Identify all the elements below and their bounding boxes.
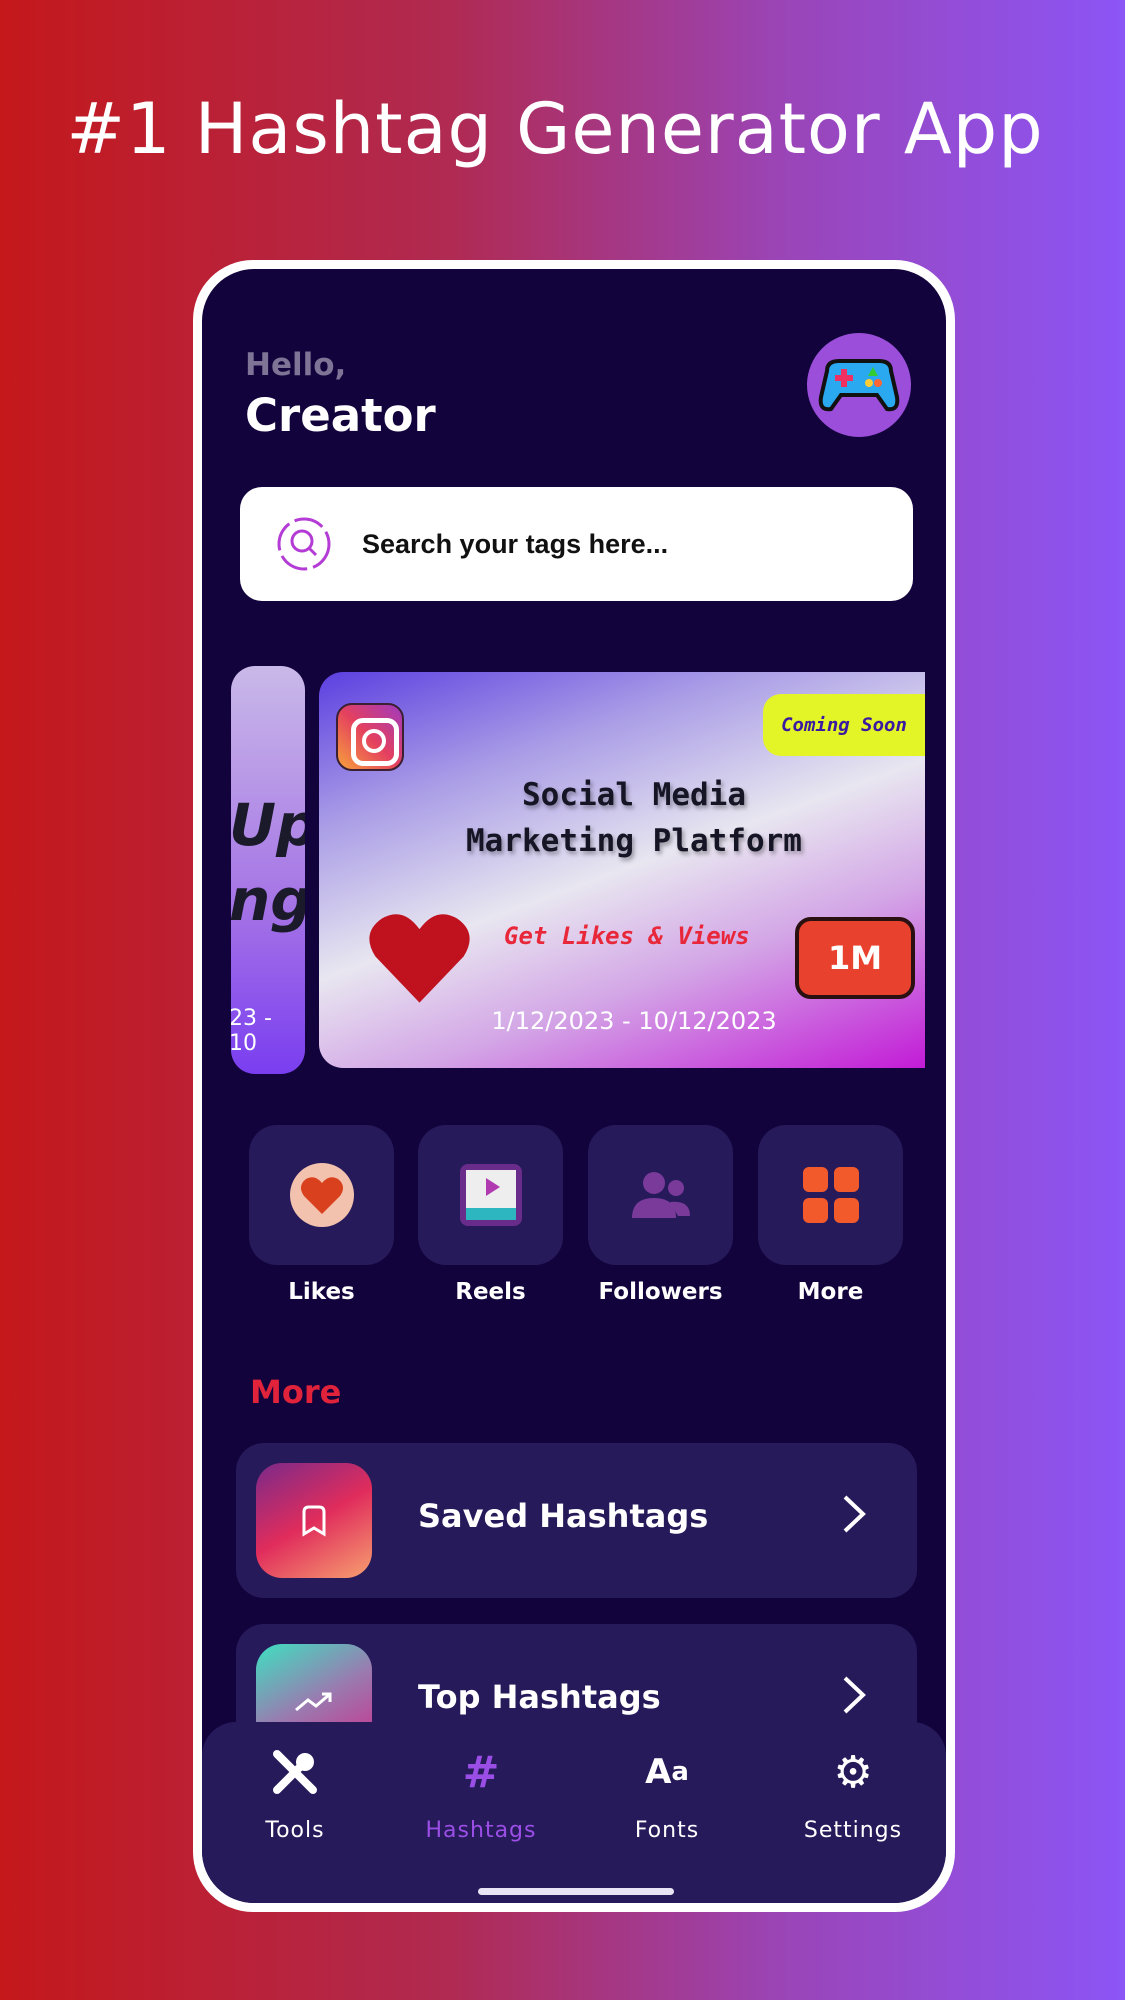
avatar[interactable] xyxy=(807,333,911,437)
search-icon xyxy=(277,517,331,571)
nav-hashtags[interactable]: # Hashtags xyxy=(388,1744,574,1844)
gamepad-icon xyxy=(818,359,900,412)
coming-soon-badge: Coming Soon xyxy=(763,694,925,756)
quick-action-likes[interactable] xyxy=(249,1125,394,1265)
peek-dates: 23 - 10 xyxy=(231,1006,272,1056)
bottom-nav: Tools # Hashtags Aa Fonts ⚙ Settings xyxy=(202,1722,946,1903)
hashtag-icon: # xyxy=(462,1746,500,1798)
quick-action-more[interactable] xyxy=(758,1125,903,1265)
item-label: Top Hashtags xyxy=(418,1678,661,1716)
gear-icon: ⚙ xyxy=(833,1746,873,1798)
quick-action-reels[interactable] xyxy=(418,1125,563,1265)
count-badge: 1M xyxy=(795,917,915,999)
banner-title-line2: Marketing Platform xyxy=(466,823,802,859)
banner-title-line1: Social Media xyxy=(522,777,746,813)
bookmark-icon xyxy=(256,1463,372,1578)
carousel-banner[interactable]: Coming Soon Social Media Marketing Platf… xyxy=(319,672,925,1068)
search-bar[interactable]: Search your tags here... xyxy=(240,487,913,601)
promo-headline: #1 Hashtag Generator App xyxy=(66,88,1044,170)
tools-icon xyxy=(202,1744,388,1800)
chevron-right-icon xyxy=(843,1676,866,1714)
nav-label: Hashtags xyxy=(425,1818,537,1843)
chevron-right-icon xyxy=(843,1495,866,1533)
nav-tools[interactable]: Tools xyxy=(202,1744,388,1843)
item-label: Saved Hashtags xyxy=(418,1497,709,1535)
heart-icon xyxy=(289,1163,354,1227)
peek-title: Upc xyxy=(231,791,305,859)
peek-title-2: ng xyxy=(231,866,305,934)
video-play-icon xyxy=(459,1164,522,1226)
quick-action-label: More xyxy=(797,1279,864,1305)
home-indicator[interactable] xyxy=(478,1888,674,1895)
banner-dates: 1/12/2023 - 10/12/2023 xyxy=(491,1007,777,1035)
heart-icon xyxy=(369,914,470,1003)
quick-action-label: Followers xyxy=(598,1279,723,1305)
instagram-icon xyxy=(336,703,404,771)
section-title: More xyxy=(250,1373,342,1411)
banner-title: Social Media Marketing Platform xyxy=(319,772,925,864)
users-icon xyxy=(631,1172,690,1218)
greeting: Hello, xyxy=(245,347,347,383)
banner-tagline: Get Likes & Views xyxy=(504,922,750,950)
nav-fonts[interactable]: Aa Fonts xyxy=(574,1744,760,1843)
quick-action-label: Reels xyxy=(455,1279,526,1305)
nav-settings[interactable]: ⚙ Settings xyxy=(760,1744,946,1844)
quick-action-followers[interactable] xyxy=(588,1125,733,1265)
search-input[interactable]: Search your tags here... xyxy=(362,529,668,560)
nav-label: Settings xyxy=(803,1818,903,1843)
nav-label: Fonts xyxy=(634,1818,700,1843)
phone-frame: Hello, Creator Search your tags here... … xyxy=(193,260,955,1912)
carousel-card-previous[interactable]: Upc ng 23 - 10 xyxy=(231,666,305,1074)
app-screen: Hello, Creator Search your tags here... … xyxy=(202,269,946,1903)
saved-hashtags-item[interactable]: Saved Hashtags xyxy=(236,1443,917,1598)
font-icon: Aa xyxy=(645,1752,689,1792)
nav-label: Tools xyxy=(265,1818,325,1843)
quick-action-label: Likes xyxy=(288,1279,355,1305)
grid-icon xyxy=(802,1167,859,1223)
user-name: Creator xyxy=(245,389,436,442)
